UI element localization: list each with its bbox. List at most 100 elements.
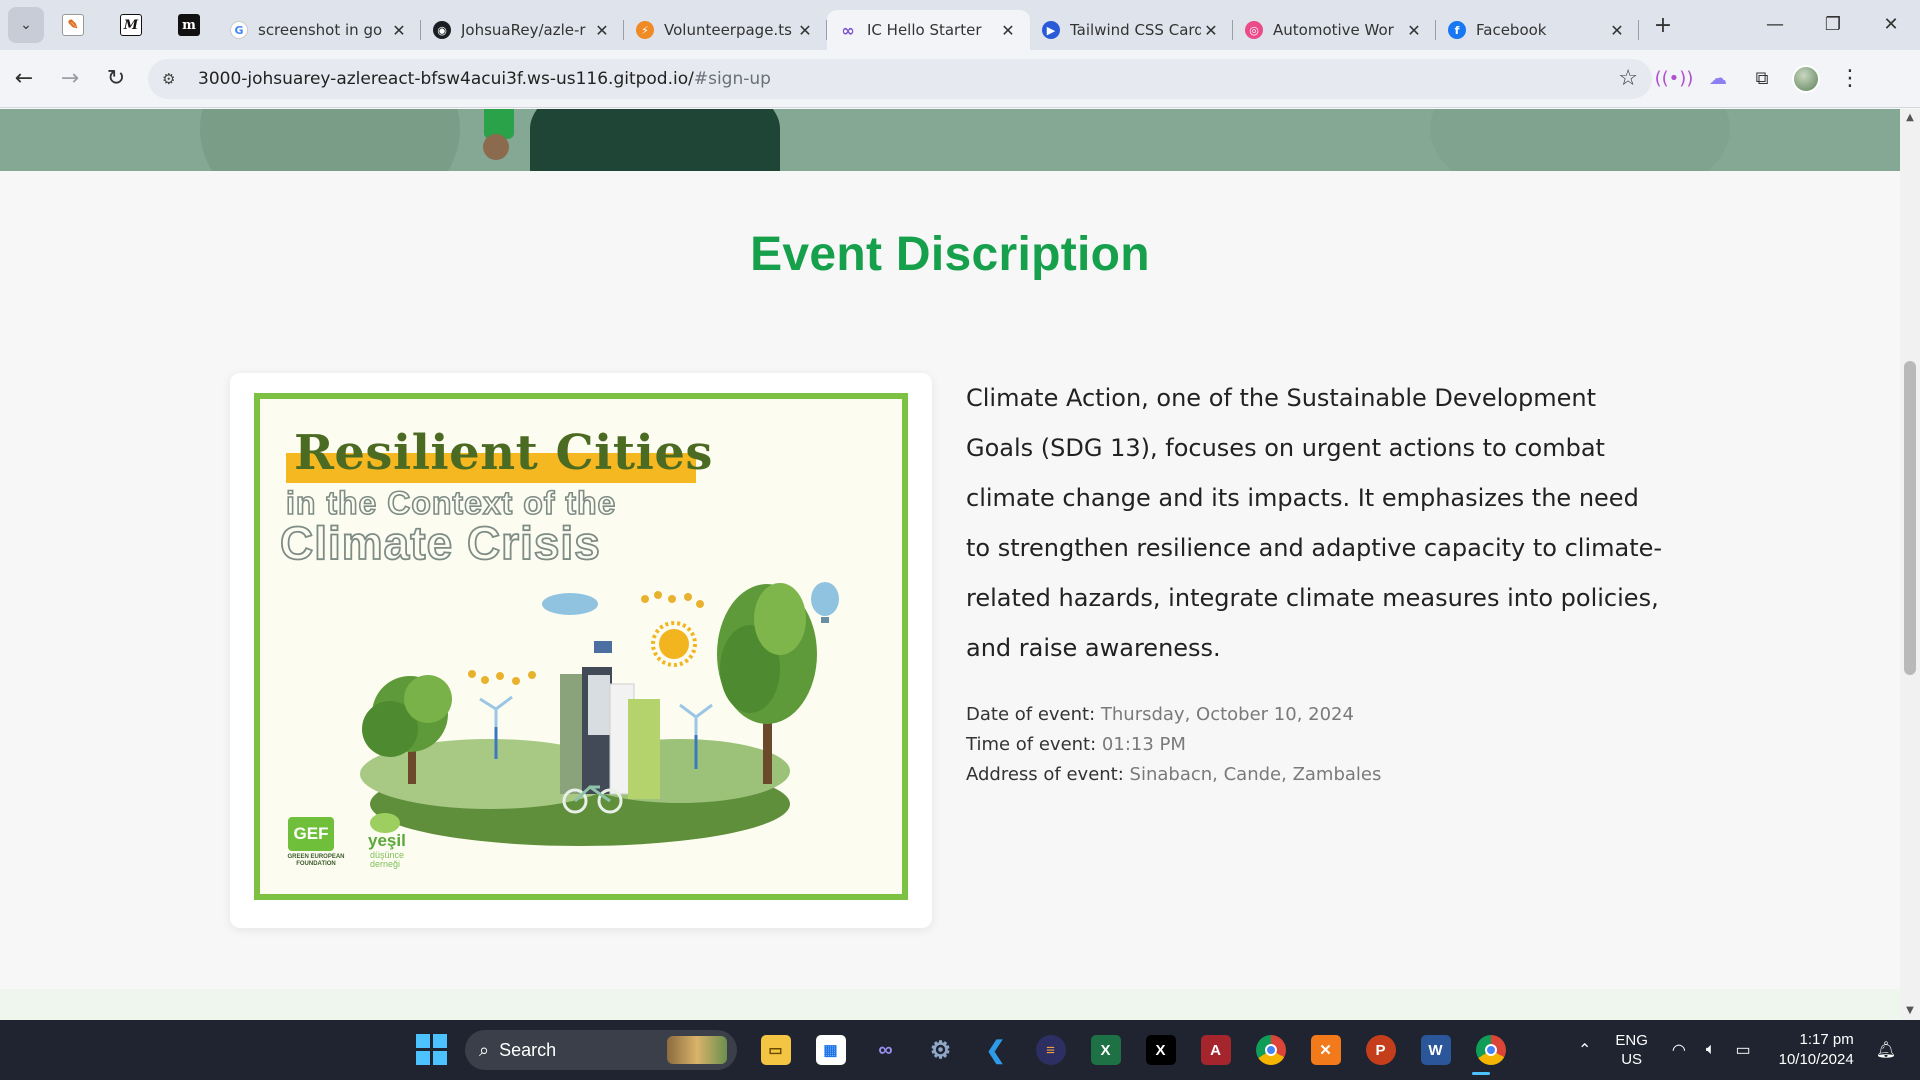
play-icon: ▶ [1042, 21, 1060, 39]
page-content: Event Discription Resilient Cities in th… [0, 109, 1900, 1020]
tab-search-button[interactable]: ⌄ [8, 7, 44, 43]
close-window-icon[interactable]: ✕ [1862, 0, 1920, 48]
scroll-down-arrow-icon[interactable]: ▼ [1900, 1002, 1920, 1020]
arrow-right-icon: → [60, 66, 80, 91]
infinity-app-icon[interactable]: ∞ [858, 1030, 913, 1070]
system-tray: ⌃ ENG US ◠ 🔈︎ ▭ 1:17 pm 10/10/2024 🔔︎ [1568, 1020, 1906, 1080]
event-time-row: Time of event: 01:13 PM [966, 730, 1381, 760]
close-icon[interactable]: ✕ [1201, 21, 1221, 40]
browser-tab[interactable]: G screenshot in go ✕ [218, 10, 421, 50]
browser-tab[interactable]: ▶ Tailwind CSS Card ✕ [1030, 10, 1233, 50]
bookmark-star-icon[interactable]: ☆ [1618, 66, 1638, 91]
hero-figure [530, 109, 780, 171]
microsoft-store-icon[interactable]: ▦ [803, 1030, 858, 1070]
restore-icon[interactable]: ❐ [1804, 0, 1862, 48]
scrollbar-thumb[interactable] [1904, 361, 1916, 675]
pinned-tab-1[interactable]: ✎ [44, 0, 102, 50]
event-poster: Resilient Cities in the Context of the C… [254, 393, 908, 900]
tab-title: JohsuaRey/azle-r [461, 21, 586, 39]
browser-tab-active[interactable]: ∞ IC Hello Starter ✕ [827, 10, 1030, 50]
browser-tab[interactable]: f Facebook ✕ [1436, 10, 1639, 50]
poster-illustration [360, 582, 839, 846]
search-highlight-image [667, 1036, 727, 1064]
back-button[interactable]: ← [2, 57, 46, 101]
battery-icon[interactable]: ▭ [1735, 1040, 1750, 1060]
gef-logo-caption: GREEN EUROPEAN FOUNDATION [287, 854, 345, 867]
windows-start-icon[interactable] [416, 1034, 448, 1066]
profile-avatar[interactable] [1784, 57, 1828, 101]
access-icon[interactable]: A [1188, 1030, 1243, 1070]
notification-bell-icon[interactable]: 🔔︎ [1876, 1040, 1896, 1060]
page-scrollbar[interactable]: ▲ ▼ [1900, 109, 1920, 1020]
chevron-up-icon[interactable]: ⌃ [1578, 1040, 1591, 1060]
close-icon[interactable]: ✕ [592, 21, 612, 40]
wifi-icon[interactable]: ◠ [1672, 1040, 1686, 1060]
active-app-indicator [1472, 1072, 1490, 1075]
language-code: ENG [1615, 1032, 1648, 1049]
clock[interactable]: 1:17 pm 10/10/2024 [1779, 1030, 1854, 1070]
settings-icon[interactable]: ⚙ [913, 1030, 968, 1070]
reload-button[interactable]: ↻ [94, 57, 138, 101]
volume-icon[interactable]: 🔈︎ [1706, 1041, 1716, 1059]
browser-tab[interactable]: ⚡ Volunteerpage.ts ✕ [624, 10, 827, 50]
next-section-edge [0, 989, 1900, 1020]
forward-button[interactable]: → [48, 57, 92, 101]
hero-leaf-shape [200, 109, 460, 171]
event-image-card: Resilient Cities in the Context of the C… [230, 373, 932, 928]
event-date-label: Date of event: [966, 704, 1096, 725]
tab-title: Volunteerpage.ts [664, 21, 792, 39]
arrow-left-icon: ← [14, 66, 34, 91]
file-explorer-icon[interactable]: ▭ [748, 1030, 803, 1070]
excel-icon[interactable]: X [1078, 1030, 1133, 1070]
tab-title: screenshot in go [258, 21, 383, 39]
extension-icon-2[interactable]: ☁ [1696, 57, 1740, 101]
close-icon[interactable]: ✕ [795, 21, 815, 40]
x-twitter-icon[interactable]: X [1133, 1030, 1188, 1070]
search-icon: ⌕ [479, 1039, 490, 1060]
event-address-value: Sinabacn, Cande, Zambales [1129, 764, 1382, 785]
github-icon: ◉ [433, 21, 451, 39]
site-settings-icon[interactable]: ⚙ [162, 70, 184, 88]
pencil-app-icon: ✎ [62, 14, 84, 36]
powerpoint-icon[interactable]: P [1353, 1030, 1408, 1070]
extension-icon-1[interactable]: ((•)) [1652, 57, 1696, 101]
close-icon[interactable]: ✕ [998, 21, 1018, 40]
scroll-up-arrow-icon[interactable]: ▲ [1900, 109, 1920, 127]
event-date-value: Thursday, October 10, 2024 [1100, 704, 1354, 725]
google-icon: G [230, 21, 248, 39]
yesil-logo: yeşil [368, 831, 406, 850]
url-host: 3000-johsuarey-azlereact-bfsw4acui3f.ws-… [198, 68, 694, 89]
tab-title: IC Hello Starter [867, 21, 982, 39]
url-text[interactable]: 3000-johsuarey-azlereact-bfsw4acui3f.ws-… [198, 69, 1618, 89]
word-icon[interactable]: W [1408, 1030, 1463, 1070]
address-bar[interactable]: ⚙ 3000-johsuarey-azlereact-bfsw4acui3f.w… [148, 58, 1652, 99]
close-icon[interactable]: ✕ [389, 21, 409, 40]
stackblitz-icon: ⚡ [636, 21, 654, 39]
reload-icon: ↻ [106, 66, 126, 91]
new-tab-button[interactable]: + [1643, 13, 1683, 38]
pinned-tab-2[interactable]: M [102, 0, 160, 50]
close-icon[interactable]: ✕ [1607, 21, 1627, 40]
avatar [1792, 64, 1820, 93]
window-controls: — ❐ ✕ [1746, 0, 1920, 48]
taskbar-search[interactable]: ⌕ Search [465, 1030, 737, 1070]
puzzle-icon[interactable]: ⧉ [1740, 57, 1784, 101]
browser-tab[interactable]: ◉ JohsuaRey/azle-r ✕ [421, 10, 624, 50]
close-icon[interactable]: ✕ [1404, 21, 1424, 40]
gef-logo: GEF [288, 817, 334, 851]
chrome-icon[interactable] [1243, 1030, 1298, 1070]
minimize-icon[interactable]: — [1746, 0, 1804, 48]
browser-tab[interactable]: ◎ Automotive Wor ✕ [1233, 10, 1436, 50]
pinned-tab-3[interactable]: m [160, 0, 218, 50]
taskbar-search-label: Search [499, 1039, 557, 1060]
xampp-icon[interactable]: ✕ [1298, 1030, 1353, 1070]
language-indicator[interactable]: ENG US [1615, 1031, 1648, 1069]
kebab-menu-icon[interactable]: ⋮ [1828, 57, 1872, 101]
tab-strip: ⌄ ✎ M m G screenshot in go ✕ ◉ JohsuaRey… [0, 0, 1920, 50]
chrome-profile-icon[interactable] [1463, 1030, 1518, 1070]
yesil-logo-caption: düşünce derneği [370, 850, 404, 870]
vscode-icon[interactable]: ❮ [968, 1030, 1023, 1070]
dribbble-icon: ◎ [1245, 21, 1263, 39]
eclipse-icon[interactable]: ≡ [1023, 1030, 1078, 1070]
toolbar: ← → ↻ ⚙ 3000-johsuarey-azlereact-bfsw4ac… [0, 50, 1920, 108]
